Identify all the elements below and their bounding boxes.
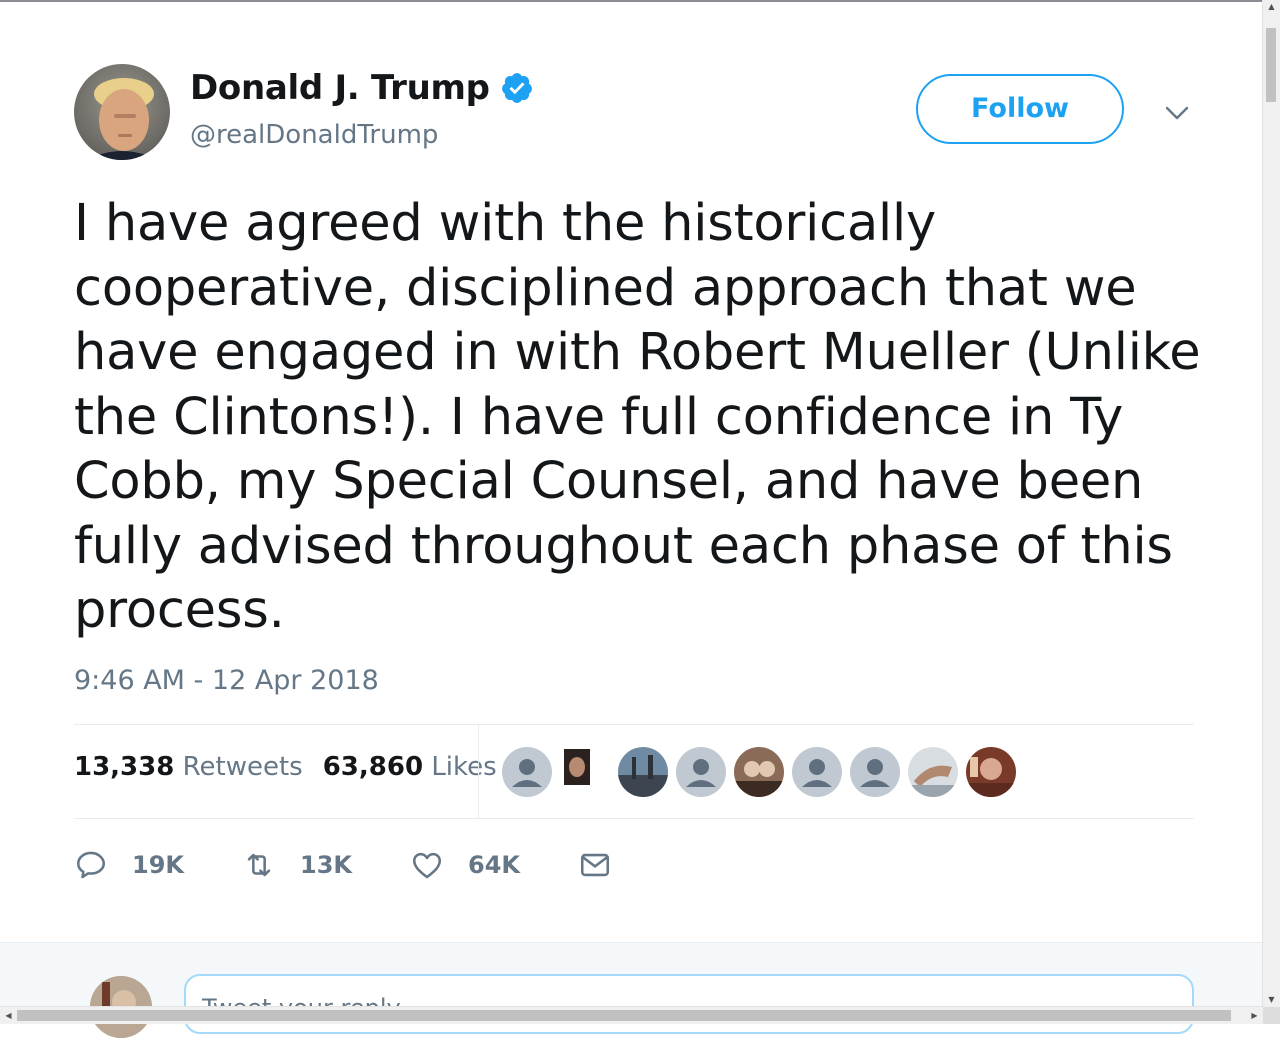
chevron-down-icon[interactable]	[1164, 100, 1190, 126]
likes-label: Likes	[431, 752, 497, 782]
liker-avatar[interactable]	[502, 747, 552, 797]
likes-stat[interactable]: 63,860 Likes	[323, 752, 497, 782]
like-action[interactable]: 64K	[410, 848, 520, 882]
horizontal-scroll-thumb[interactable]	[17, 1010, 1231, 1021]
liker-avatar[interactable]	[560, 747, 594, 797]
dm-action[interactable]	[578, 848, 612, 882]
retweets-label: Retweets	[182, 752, 303, 782]
reply-action[interactable]: 19K	[74, 848, 184, 882]
window-top-border	[0, 0, 1262, 2]
tweet-actions: 19K 13K 64K	[74, 848, 670, 882]
stats-vertical-divider	[478, 725, 479, 819]
retweet-action[interactable]: 13K	[242, 848, 352, 882]
vertical-scrollbar[interactable]: ▲ ▼	[1262, 0, 1280, 1007]
scroll-right-arrow-icon[interactable]: ▶	[1246, 1007, 1263, 1024]
retweets-stat[interactable]: 13,338 Retweets	[74, 752, 303, 782]
scroll-down-arrow-icon[interactable]: ▼	[1263, 993, 1280, 1007]
author-handle[interactable]: @realDonaldTrump	[190, 120, 438, 150]
reply-count: 19K	[132, 851, 184, 879]
tweet-text: I have agreed with the historically coop…	[74, 194, 1201, 640]
liker-avatar[interactable]	[966, 747, 1016, 797]
retweet-count: 13K	[300, 851, 352, 879]
reply-icon	[76, 851, 106, 879]
liker-avatar[interactable]	[676, 747, 726, 797]
scroll-up-arrow-icon[interactable]: ▲	[1263, 0, 1280, 14]
author-avatar[interactable]	[74, 64, 170, 160]
tweet-timestamp[interactable]: 9:46 AM - 12 Apr 2018	[74, 665, 379, 696]
retweet-icon	[247, 853, 271, 877]
reply-input[interactable]: Tweet your reply	[184, 974, 1194, 1034]
divider-bottom	[74, 818, 1194, 819]
verified-badge-icon	[501, 73, 532, 103]
liker-avatar[interactable]	[618, 747, 668, 797]
liker-avatar[interactable]	[850, 747, 900, 797]
likes-count: 63,860	[322, 752, 424, 782]
author-name[interactable]: Donald J. Trump	[190, 68, 490, 108]
liker-avatar[interactable]	[734, 747, 784, 797]
scrollbar-corner	[1263, 1007, 1280, 1024]
follow-button[interactable]: Follow	[916, 74, 1124, 144]
author-name-row: Donald J. Trump	[190, 68, 534, 108]
liker-avatar[interactable]	[908, 747, 958, 797]
like-count: 64K	[468, 851, 520, 879]
divider-top	[74, 724, 1194, 725]
scroll-left-arrow-icon[interactable]: ◀	[0, 1007, 17, 1024]
tweet-stats: 13,338 Retweets 63,860 Likes	[74, 752, 517, 782]
horizontal-scrollbar[interactable]: ◀ ▶	[0, 1006, 1263, 1024]
envelope-icon	[580, 853, 610, 877]
vertical-scroll-thumb[interactable]	[1266, 28, 1276, 102]
liker-avatar[interactable]	[792, 747, 842, 797]
heart-icon	[412, 852, 442, 879]
retweets-count: 13,338	[74, 752, 175, 782]
likers-avatars	[502, 747, 1024, 797]
